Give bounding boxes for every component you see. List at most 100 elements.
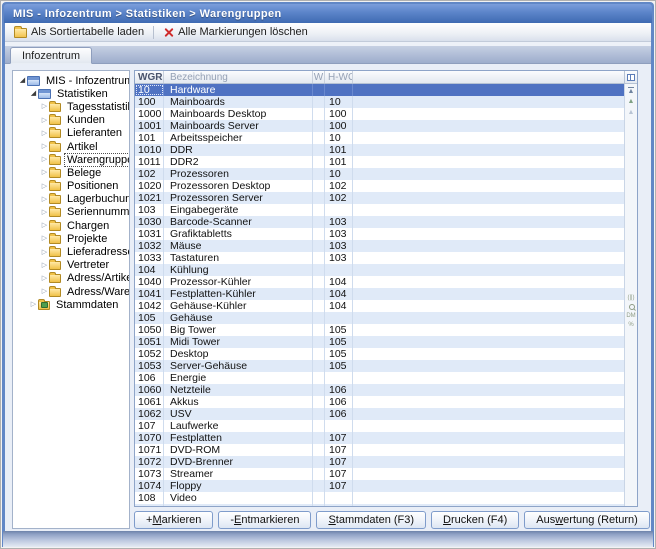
tree-item-tagesstatistik[interactable]: ▷Tagesstatistik bbox=[13, 100, 129, 113]
table-row[interactable]: 1062USV106 bbox=[135, 408, 624, 420]
table-row[interactable]: 106Energie bbox=[135, 372, 624, 384]
collapsed-arrow-icon[interactable]: ▷ bbox=[40, 287, 49, 296]
folder-icon bbox=[49, 208, 61, 217]
collapsed-arrow-icon[interactable]: ▷ bbox=[40, 208, 49, 217]
collapsed-arrow-icon[interactable]: ▷ bbox=[29, 300, 38, 309]
search-icon[interactable] bbox=[628, 303, 635, 312]
collapsed-arrow-icon[interactable]: ▷ bbox=[40, 102, 49, 111]
collapsed-arrow-icon[interactable]: ▷ bbox=[40, 142, 49, 151]
tree-item-adress-artikel[interactable]: ▷Adress/Artikel bbox=[13, 272, 129, 285]
load-sort-table-button[interactable]: Als Sortiertabelle laden bbox=[9, 24, 149, 41]
table-row[interactable]: 1074Floppy107 bbox=[135, 480, 624, 492]
table-row[interactable]: 103Eingabegeräte bbox=[135, 204, 624, 216]
table-row[interactable]: 1070Festplatten107 bbox=[135, 432, 624, 444]
table-row[interactable]: 108Video bbox=[135, 492, 624, 504]
cell-wgr: 100 bbox=[135, 96, 164, 108]
tree-item-projekte[interactable]: ▷Projekte bbox=[13, 232, 129, 245]
table-row[interactable]: 1031Grafiktabletts103 bbox=[135, 228, 624, 240]
table-row[interactable]: 1050Big Tower105 bbox=[135, 324, 624, 336]
expanded-arrow-icon[interactable]: ◢ bbox=[18, 76, 27, 85]
collapsed-arrow-icon[interactable]: ▷ bbox=[40, 129, 49, 138]
cell-wgr: 1020 bbox=[135, 180, 164, 192]
collapsed-arrow-icon[interactable]: ▷ bbox=[40, 195, 49, 204]
table-row[interactable]: 1061Akkus106 bbox=[135, 396, 624, 408]
table-row[interactable]: 1060Netzteile106 bbox=[135, 384, 624, 396]
tree-item-positionen[interactable]: ▷Positionen bbox=[13, 180, 129, 193]
tree-item-stammdaten[interactable]: ▷Stammdaten bbox=[13, 298, 129, 311]
column-header-wgr[interactable]: WGR▼ bbox=[135, 71, 164, 83]
scroll-first-icon[interactable]: ▲ bbox=[628, 87, 635, 96]
clear-marks-button[interactable]: Alle Markierungen löschen bbox=[158, 24, 313, 41]
table-row[interactable]: 105Gehäuse bbox=[135, 312, 624, 324]
stammdaten-button[interactable]: Stammdaten (F3) bbox=[316, 511, 426, 529]
table-row[interactable]: 1042Gehäuse-Kühler104 bbox=[135, 300, 624, 312]
tree-item-belege[interactable]: ▷Belege bbox=[13, 166, 129, 179]
table-row[interactable]: 1011DDR2101 bbox=[135, 156, 624, 168]
table-row[interactable]: 1000Mainboards Desktop100 bbox=[135, 108, 624, 120]
collapsed-arrow-icon[interactable]: ▷ bbox=[40, 248, 49, 257]
table-row[interactable]: 1032Mäuse103 bbox=[135, 240, 624, 252]
table-row[interactable]: 1020Prozessoren Desktop102 bbox=[135, 180, 624, 192]
table-row[interactable]: 1010DDR101 bbox=[135, 144, 624, 156]
tree-item-chargen[interactable]: ▷Chargen bbox=[13, 219, 129, 232]
tree-item-lieferadressen[interactable]: ▷ Lieferadressen bbox=[13, 245, 129, 258]
collapsed-arrow-icon[interactable]: ▷ bbox=[40, 168, 49, 177]
table-row[interactable]: 1080AGP108 bbox=[135, 504, 624, 507]
tree-item-vertreter[interactable]: ▷Vertreter bbox=[13, 259, 129, 272]
cell-w bbox=[313, 360, 325, 372]
currency-icon[interactable]: DM bbox=[626, 312, 635, 321]
page-up-icon[interactable]: ▲ bbox=[628, 107, 635, 118]
column-header-w[interactable]: W bbox=[313, 71, 325, 83]
table-row[interactable]: 102Prozessoren10 bbox=[135, 168, 624, 180]
table-row[interactable]: 1073Streamer107 bbox=[135, 468, 624, 480]
percent-icon[interactable]: % bbox=[628, 321, 633, 330]
table-row[interactable]: 1021Prozessoren Server102 bbox=[135, 192, 624, 204]
column-header-bezeichnung[interactable]: Bezeichnung bbox=[164, 71, 313, 83]
unmark-button[interactable]: - Entmarkieren bbox=[218, 511, 311, 529]
expanded-arrow-icon[interactable]: ◢ bbox=[29, 89, 38, 98]
collapsed-arrow-icon[interactable]: ▷ bbox=[40, 155, 49, 164]
table-row[interactable]: 10Hardware bbox=[135, 84, 624, 96]
collapsed-arrow-icon[interactable]: ▷ bbox=[40, 261, 49, 270]
button-label-post: ntmarkieren bbox=[241, 514, 299, 526]
title-bar[interactable]: MIS - Infozentrum > Statistiken > Wareng… bbox=[4, 4, 652, 23]
tree-item-seriennummern[interactable]: ▷Seriennummern bbox=[13, 206, 129, 219]
mark-button[interactable]: + Markieren bbox=[134, 511, 213, 529]
tree-item-kunden[interactable]: ▷Kunden bbox=[13, 114, 129, 127]
tree-item-lagerbuchungen[interactable]: ▷Lagerbuchungen bbox=[13, 193, 129, 206]
table-row[interactable]: 107Laufwerke bbox=[135, 420, 624, 432]
table-row[interactable]: 1033Tastaturen103 bbox=[135, 252, 624, 264]
tree-item-warengruppen[interactable]: ▷Warengruppen bbox=[13, 153, 129, 166]
tree-item-statistiken[interactable]: ◢Statistiken bbox=[13, 87, 129, 100]
table-row[interactable]: 1071DVD-ROM107 bbox=[135, 444, 624, 456]
tab-infozentrum[interactable]: Infozentrum bbox=[10, 47, 92, 64]
table-row[interactable]: 1053Server-Gehäuse105 bbox=[135, 360, 624, 372]
table-row[interactable]: 1041Festplatten-Kühler104 bbox=[135, 288, 624, 300]
cell-h-wgr: 102 bbox=[325, 180, 353, 192]
table-row[interactable]: 1001Mainboards Server100 bbox=[135, 120, 624, 132]
table-row[interactable]: 1052Desktop105 bbox=[135, 348, 624, 360]
tree-item-artikel[interactable]: ▷Artikel bbox=[13, 140, 129, 153]
table-row[interactable]: 1030Barcode-Scanner103 bbox=[135, 216, 624, 228]
tree-item-lieferanten[interactable]: ▷Lieferanten bbox=[13, 127, 129, 140]
tree-item-mis-infozentrum[interactable]: ◢MIS - Infozentrum bbox=[13, 74, 129, 87]
tree-item-adress-warengruppen[interactable]: ▷Adress/Warengruppen bbox=[13, 285, 129, 298]
autosize-columns-icon[interactable]: (∥) bbox=[628, 294, 635, 303]
print-button[interactable]: Drucken (F4) bbox=[431, 511, 519, 529]
table-row[interactable]: 1040Prozessor-Kühler104 bbox=[135, 276, 624, 288]
scroll-up-icon[interactable]: ▲ bbox=[628, 96, 635, 107]
collapsed-arrow-icon[interactable]: ▷ bbox=[40, 116, 49, 125]
report-button[interactable]: Auswertung (Return) bbox=[524, 511, 650, 529]
table-row[interactable]: 1051Midi Tower105 bbox=[135, 336, 624, 348]
collapsed-arrow-icon[interactable]: ▷ bbox=[40, 182, 49, 191]
table-row[interactable]: 101Arbeitsspeicher10 bbox=[135, 132, 624, 144]
collapsed-arrow-icon[interactable]: ▷ bbox=[40, 274, 49, 283]
column-chooser-button[interactable] bbox=[624, 71, 637, 84]
tree-item-label: Lieferadressen bbox=[64, 245, 130, 259]
table-row[interactable]: 100Mainboards10 bbox=[135, 96, 624, 108]
collapsed-arrow-icon[interactable]: ▷ bbox=[40, 221, 49, 230]
column-header-h-wgr[interactable]: H-WGR bbox=[325, 71, 353, 83]
table-row[interactable]: 104Kühlung bbox=[135, 264, 624, 276]
table-row[interactable]: 1072DVD-Brenner107 bbox=[135, 456, 624, 468]
collapsed-arrow-icon[interactable]: ▷ bbox=[40, 234, 49, 243]
